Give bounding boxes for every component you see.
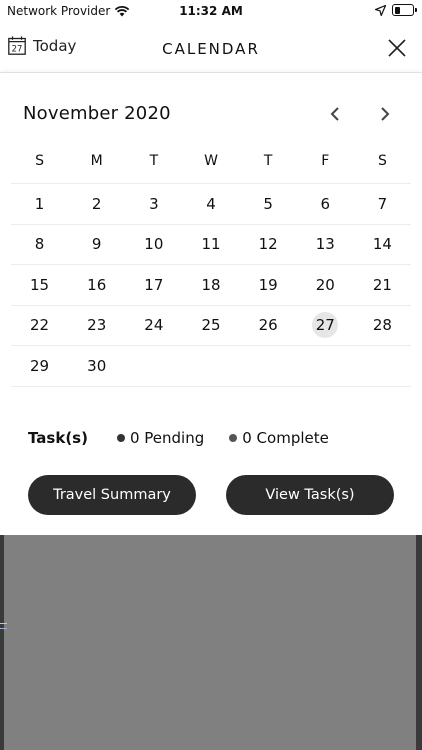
day-cell[interactable]: 6 — [297, 184, 354, 224]
day-cell[interactable]: 2 — [68, 184, 125, 224]
day-cell[interactable]: 26 — [240, 306, 297, 346]
day-cell[interactable]: 10 — [125, 225, 182, 265]
complete-stat: 0 Complete — [229, 429, 329, 447]
weekday-thu: T — [263, 153, 273, 169]
status-right — [375, 4, 417, 16]
weekday-sun: S — [35, 153, 45, 169]
week-row-1: 1 2 3 4 5 6 7 — [11, 183, 411, 225]
day-cell[interactable]: 17 — [125, 265, 182, 305]
day-cell[interactable]: 28 — [354, 306, 411, 346]
day-cell[interactable]: 19 — [240, 265, 297, 305]
complete-dot-icon — [229, 434, 238, 442]
page-title: CALENDAR — [162, 40, 260, 58]
tasks-label: Task(s) — [28, 429, 88, 447]
calendar-grid: 1 2 3 4 5 6 7 8 9 10 11 12 13 14 15 16 1… — [11, 183, 411, 387]
day-cell[interactable]: 7 — [354, 184, 411, 224]
tasks-summary: Task(s) 0 Pending 0 Complete — [28, 428, 408, 448]
week-row-2: 8 9 10 11 12 13 14 — [11, 225, 411, 265]
map-edge-right — [416, 535, 422, 750]
previous-month-icon[interactable] — [328, 105, 344, 123]
day-cell[interactable]: 24 — [125, 306, 182, 346]
day-cell[interactable]: 12 — [240, 225, 297, 265]
status-time: 11:32 AM — [179, 4, 243, 18]
day-cell[interactable]: 3 — [125, 184, 182, 224]
week-row-4: 22 23 24 25 26 27 28 — [11, 306, 411, 346]
day-cell-empty — [240, 346, 297, 386]
week-row-3: 15 16 17 18 19 20 21 — [11, 265, 411, 306]
view-tasks-button[interactable]: View Task(s) — [226, 475, 394, 515]
day-cell[interactable]: 1 — [11, 184, 68, 224]
battery-icon — [392, 4, 417, 16]
day-cell[interactable]: 29 — [11, 346, 68, 386]
day-cell[interactable]: 13 — [297, 225, 354, 265]
day-cell[interactable]: 5 — [240, 184, 297, 224]
close-icon[interactable] — [388, 39, 406, 57]
status-bar: Network Provider 11:32 AM — [0, 0, 422, 22]
day-cell[interactable]: 25 — [182, 306, 239, 346]
day-cell[interactable]: 15 — [11, 265, 68, 305]
weekday-mon: M — [90, 153, 103, 169]
pending-count: 0 Pending — [129, 429, 205, 447]
day-cell[interactable]: 20 — [297, 265, 354, 305]
calendar-panel: November 2020 S M T W T F S 1 2 3 4 5 6 … — [0, 73, 422, 535]
day-cell[interactable]: 21 — [354, 265, 411, 305]
calendar-header: 27 Today CALENDAR — [0, 22, 422, 73]
day-cell[interactable]: 14 — [354, 225, 411, 265]
location-arrow-icon — [375, 4, 386, 16]
travel-summary-button[interactable]: Travel Summary — [28, 475, 196, 515]
weekday-sat: S — [377, 153, 387, 169]
map-backdrop[interactable] — [0, 535, 422, 750]
map-edge-left — [0, 535, 4, 750]
day-cell-empty — [125, 346, 182, 386]
map-route-line — [0, 623, 7, 629]
day-cell-selected[interactable]: 27 — [297, 306, 354, 346]
day-cell[interactable]: 8 — [11, 225, 68, 265]
weekday-tue: T — [149, 153, 159, 169]
month-title: November 2020 — [23, 103, 171, 124]
day-cell-empty — [354, 346, 411, 386]
day-cell[interactable]: 18 — [182, 265, 239, 305]
day-cell-empty — [182, 346, 239, 386]
weekday-fri: F — [321, 153, 330, 169]
day-cell[interactable]: 16 — [68, 265, 125, 305]
weekday-wed: W — [204, 153, 218, 169]
day-cell-empty — [297, 346, 354, 386]
day-cell[interactable]: 22 — [11, 306, 68, 346]
day-cell[interactable]: 23 — [68, 306, 125, 346]
pending-dot-icon — [116, 434, 125, 442]
day-cell[interactable]: 4 — [182, 184, 239, 224]
weekday-header-row: S M T W T F S — [11, 151, 411, 183]
day-cell[interactable]: 11 — [182, 225, 239, 265]
complete-count: 0 Complete — [242, 429, 329, 447]
week-row-5: 29 30 — [11, 346, 411, 387]
next-month-icon[interactable] — [377, 105, 393, 123]
day-cell[interactable]: 30 — [68, 346, 125, 386]
pending-stat: 0 Pending — [116, 429, 205, 447]
day-cell[interactable]: 9 — [68, 225, 125, 265]
